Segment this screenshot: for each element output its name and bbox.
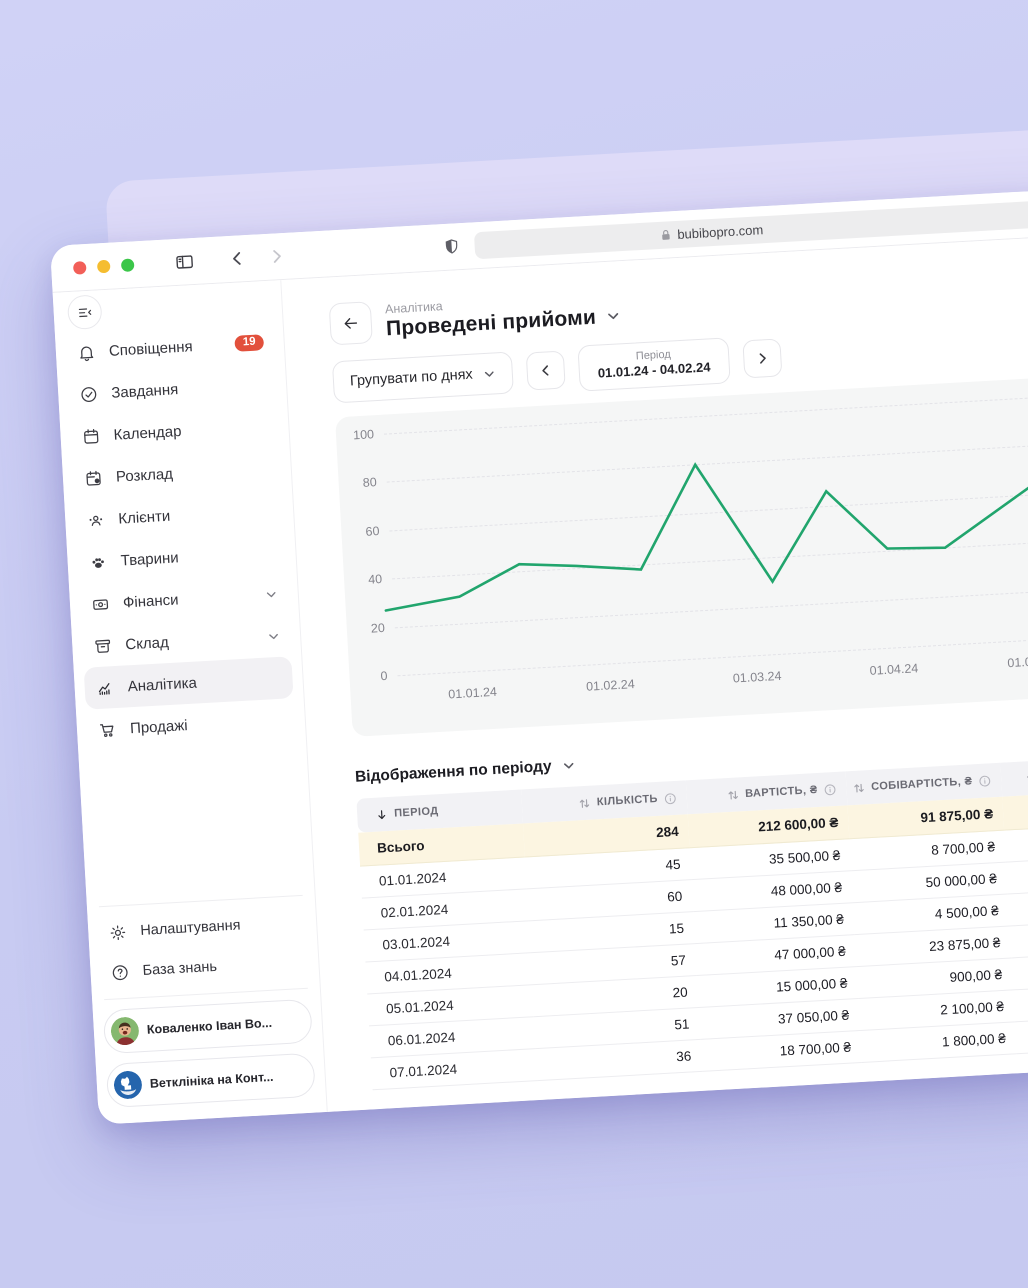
column-label: СОБІВАРТІСТЬ, ₴ — [871, 775, 973, 793]
column-label: ПЕРІОД — [394, 805, 439, 819]
gear-icon — [108, 922, 128, 942]
period-next-button[interactable] — [742, 338, 782, 378]
info-icon[interactable] — [823, 782, 837, 796]
browser-forward-icon[interactable] — [268, 248, 285, 265]
group-by-label: Групувати по днях — [350, 367, 474, 390]
title-chevron-down-icon[interactable] — [606, 308, 622, 324]
sidebar-item-label: Налаштування — [140, 917, 241, 939]
close-button[interactable] — [73, 261, 87, 275]
sidebar-collapse-button[interactable] — [67, 294, 103, 330]
banknote-icon — [90, 594, 111, 614]
info-icon[interactable] — [978, 774, 992, 788]
user-account-button[interactable]: Коваленко Іван Во... — [103, 999, 313, 1055]
archive-box-icon — [92, 636, 113, 656]
x-tick: 01.02.24 — [586, 677, 635, 694]
browser-window: bubibopro.com Сповіщення — [50, 182, 1028, 1125]
page-background: bubibopro.com Сповіщення — [0, 0, 1028, 1288]
minimize-button[interactable] — [97, 259, 111, 273]
title-block: Аналітика Проведені прийоми — [385, 289, 622, 341]
chevron-down-icon — [267, 629, 281, 643]
period-selector[interactable]: Період 01.01.24 - 04.02.24 — [577, 337, 730, 391]
period-table: ПЕРІОД КІЛЬКІСТЬ — [356, 750, 1028, 1091]
arrow-left-icon — [341, 314, 360, 333]
x-tick: 01.04.24 — [869, 661, 918, 678]
period-value: 01.01.24 - 04.02.24 — [597, 359, 711, 382]
browser-sidebar-toggle-icon[interactable] — [174, 250, 196, 272]
clinic-logo — [113, 1070, 143, 1100]
sort-both-icon — [852, 781, 866, 795]
user-avatar — [110, 1016, 140, 1046]
question-circle-icon — [110, 962, 130, 982]
notification-badge: 19 — [234, 334, 264, 352]
sidebar-item-label: Продажі — [130, 717, 188, 737]
sidebar-item-label: Календар — [113, 422, 182, 443]
chevron-right-icon — [755, 351, 770, 366]
app-sidebar: Сповіщення 19 Завдання Календар — [53, 280, 328, 1124]
zoom-button[interactable] — [121, 258, 135, 272]
lock-icon — [660, 228, 672, 242]
url-text: bubibopro.com — [677, 222, 764, 242]
sort-both-icon — [726, 788, 740, 802]
sidebar-item-label: Завдання — [111, 381, 179, 402]
browser-back-icon[interactable] — [229, 250, 246, 267]
calendar-clock-icon — [83, 468, 104, 488]
sidebar-item-label: Тварини — [120, 549, 179, 569]
shopping-cart-icon — [97, 720, 118, 740]
period-prev-button[interactable] — [526, 350, 566, 390]
chevron-left-icon — [538, 363, 553, 378]
window-controls — [73, 258, 135, 274]
sidebar-item-label: Розклад — [116, 465, 174, 485]
chart-line — [379, 443, 1028, 611]
sidebar-footer: Налаштування База знань — [97, 889, 316, 1108]
privacy-shield-icon[interactable] — [442, 237, 461, 256]
chevron-down-icon — [482, 367, 496, 381]
sidebar-nav: Сповіщення 19 Завдання Календар — [65, 321, 296, 752]
sidebar-item-label: Фінанси — [123, 591, 179, 611]
group-by-dropdown[interactable]: Групувати по днях — [332, 351, 514, 403]
sidebar-item-label: Клієнти — [118, 507, 171, 527]
sidebar-item-label: Сповіщення — [108, 338, 193, 360]
section-chevron-down-icon[interactable] — [561, 758, 576, 773]
chevron-down-icon — [264, 587, 278, 601]
x-tick: 01.05.24 — [1007, 653, 1028, 670]
check-circle-icon — [78, 384, 99, 404]
table-section-title: Відображення по періоду — [355, 758, 552, 787]
x-tick: 01.01.24 — [448, 685, 497, 702]
line-chart: 100 80 60 40 20 0 01.01.24 01.02.24 01.0… — [335, 368, 1028, 737]
sidebar-item-label: База знань — [142, 959, 217, 979]
app-content: Сповіщення 19 Завдання Календар — [53, 229, 1028, 1125]
main-content: Аналітика Проведені прийоми Групувати по… — [281, 229, 1028, 1112]
sort-desc-icon — [375, 808, 389, 822]
calendar-icon — [80, 426, 101, 446]
sort-both-icon — [578, 796, 592, 810]
user-name: Коваленко Іван Во... — [147, 1016, 273, 1037]
column-label: КІЛЬКІСТЬ — [597, 793, 659, 808]
paw-icon — [87, 552, 108, 572]
sidebar-item-label: Склад — [125, 634, 169, 653]
address-bar-content: bubibopro.com — [660, 216, 764, 249]
sidebar-item-label: Аналітика — [127, 674, 197, 695]
back-button[interactable] — [329, 301, 373, 345]
line-chart-icon — [94, 678, 115, 698]
x-tick: 01.03.24 — [732, 669, 781, 686]
clinic-account-button[interactable]: Ветклініка на Конт... — [106, 1053, 316, 1109]
column-label: ВАРТІСТЬ, ₴ — [745, 784, 818, 800]
bell-icon — [75, 342, 96, 362]
collapse-sidebar-icon — [76, 303, 94, 321]
clinic-name: Ветклініка на Конт... — [150, 1070, 274, 1091]
chart-line-svg — [335, 368, 1028, 737]
column-header-truncated[interactable]: СО — [1000, 750, 1028, 797]
people-icon — [85, 510, 106, 530]
info-icon[interactable] — [663, 791, 677, 805]
